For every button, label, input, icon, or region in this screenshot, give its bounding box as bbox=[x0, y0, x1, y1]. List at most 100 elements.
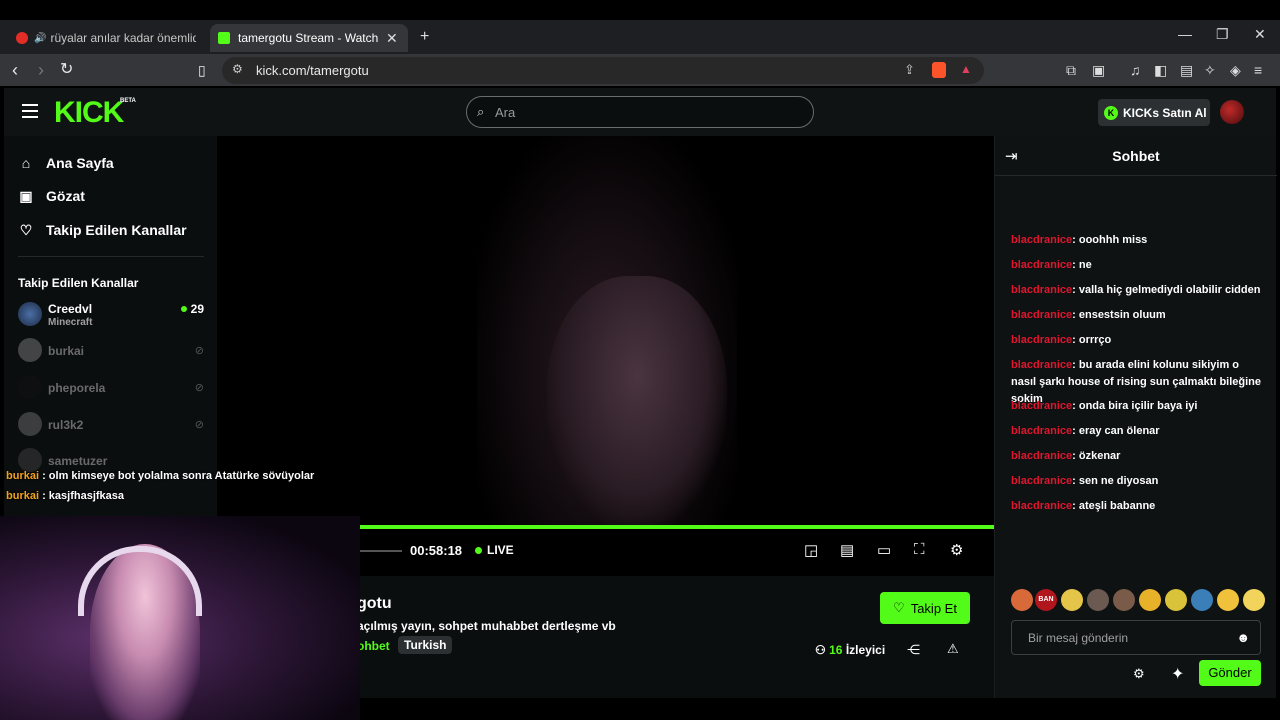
sidebar-icon[interactable]: ◧ bbox=[1154, 62, 1167, 79]
share-icon[interactable]: ⋲ bbox=[907, 642, 920, 658]
nav-home-label: Ana Sayfa bbox=[46, 155, 114, 171]
theater-mode-icon[interactable]: ▭ bbox=[877, 541, 891, 559]
tab-youtube[interactable]: 🔊 rüyalar anılar kadar önemlidir | Yo bbox=[8, 24, 206, 52]
hamburger-menu-icon[interactable] bbox=[22, 104, 38, 122]
brave-shield-icon[interactable] bbox=[932, 62, 946, 78]
bottom-edge bbox=[360, 698, 1280, 720]
live-indicator: LIVE bbox=[475, 543, 514, 557]
nav-browse[interactable]: ▣ Gözat bbox=[18, 184, 85, 208]
share-icon[interactable]: ⇪ bbox=[904, 62, 915, 78]
miniplayer-icon[interactable]: ◲ bbox=[804, 541, 818, 559]
emote-wave-icon[interactable] bbox=[1191, 589, 1213, 611]
language-tag[interactable]: Turkish bbox=[398, 636, 453, 654]
emote-smirk-icon[interactable] bbox=[1217, 589, 1239, 611]
stream-chat-overlay: burkai : olm kimseye bot yolalma sonra A… bbox=[0, 462, 330, 512]
fullscreen-icon[interactable]: ⛶ bbox=[914, 541, 925, 558]
offline-icon: ⊘ bbox=[194, 419, 204, 431]
viewers-number: 16 bbox=[829, 643, 843, 657]
chat-username[interactable]: blacdranice bbox=[1011, 334, 1072, 346]
video-player[interactable]: 00:58:18 LIVE ◲ ▤ ▭ ⛶ ⚙ bbox=[217, 136, 994, 576]
site-header: KICK BETA ⌕ Ara K KICKs Satın Al bbox=[4, 88, 1276, 136]
stream-category[interactable]: ohbet bbox=[357, 639, 390, 653]
overlay-user: burkai bbox=[6, 470, 40, 482]
tab-close-icon[interactable]: ✕ bbox=[386, 30, 398, 47]
menu-icon[interactable]: ≡ bbox=[1254, 62, 1262, 78]
emote-kiss-icon[interactable] bbox=[1243, 589, 1265, 611]
reload-icon[interactable]: ↻ bbox=[60, 60, 73, 80]
chat-username[interactable]: blacdranice bbox=[1011, 284, 1072, 296]
close-window-button[interactable]: ✕ bbox=[1254, 26, 1266, 43]
vpn-icon[interactable]: ◈ bbox=[1230, 62, 1241, 79]
chat-username[interactable]: blacdranice bbox=[1011, 500, 1072, 512]
clip-icon[interactable]: ▤ bbox=[840, 541, 854, 559]
media-icon[interactable]: ♫ bbox=[1130, 62, 1141, 78]
speaker-icon: 🔊 bbox=[34, 32, 47, 44]
volume-slider[interactable] bbox=[360, 550, 402, 552]
channel-rul3k2[interactable]: rul3k2 ⊘ bbox=[18, 410, 204, 440]
emote-ban-icon[interactable]: BAN bbox=[1035, 589, 1057, 611]
chat-settings-icon[interactable]: ⚙ bbox=[1133, 666, 1145, 682]
chat-username[interactable]: blacdranice bbox=[1011, 259, 1072, 271]
chat-username[interactable]: blacdranice bbox=[1011, 309, 1072, 321]
maximize-button[interactable]: ❐ bbox=[1216, 26, 1229, 43]
nav-browse-label: Gözat bbox=[46, 188, 85, 204]
nav-following[interactable]: ♡ Takip Edilen Kanallar bbox=[18, 218, 187, 242]
browser-tab-bar: 🔊 rüyalar anılar kadar önemlidir | Yo ta… bbox=[0, 20, 1280, 54]
channel-burkai[interactable]: burkai ⊘ bbox=[18, 336, 204, 366]
emote-face1-icon[interactable] bbox=[1087, 589, 1109, 611]
emote-face2-icon[interactable] bbox=[1113, 589, 1135, 611]
emote-thinking-icon[interactable] bbox=[1139, 589, 1161, 611]
search-input[interactable]: ⌕ Ara bbox=[466, 96, 814, 128]
new-tab-button[interactable]: + bbox=[420, 28, 429, 46]
chat-message: blacdranice: orrrço bbox=[1011, 332, 1267, 349]
chat-username[interactable]: blacdranice bbox=[1011, 359, 1072, 371]
channel-pheporela[interactable]: pheporela ⊘ bbox=[18, 373, 204, 403]
bookmark-icon[interactable]: ▯ bbox=[198, 60, 206, 80]
tab-kick[interactable]: tamergotu Stream - Watch Live o ✕ bbox=[210, 24, 408, 52]
emoji-picker-icon[interactable]: ☻ bbox=[1236, 630, 1250, 645]
url-field[interactable]: ⚙ kick.com/tamergotu ⇪ ▲ bbox=[222, 57, 984, 84]
back-icon[interactable]: ‹ bbox=[12, 60, 18, 80]
chat-username[interactable]: blacdranice bbox=[1011, 475, 1072, 487]
forward-icon[interactable]: › bbox=[38, 60, 44, 80]
emote-clap-icon[interactable] bbox=[1061, 589, 1083, 611]
nav-home[interactable]: ⌂ Ana Sayfa bbox=[18, 151, 114, 175]
settings-gear-icon[interactable]: ⚙ bbox=[950, 541, 963, 559]
chat-username[interactable]: blacdranice bbox=[1011, 425, 1072, 437]
chat-username[interactable]: blacdranice bbox=[1011, 450, 1072, 462]
streamer-name[interactable]: gotu bbox=[357, 595, 392, 613]
channel-creedvl[interactable]: Creedvl Minecraft 29 bbox=[18, 300, 204, 330]
chat-username[interactable]: blacdranice bbox=[1011, 234, 1072, 246]
brave-rewards-icon[interactable]: ▲ bbox=[960, 62, 972, 76]
emote-peach-icon[interactable] bbox=[1011, 589, 1033, 611]
address-bar-row: ‹ › ↻ ▯ ⚙ kick.com/tamergotu ⇪ ▲ ⧉ ▣ ♫ ◧… bbox=[0, 54, 1280, 86]
buy-kicks-button[interactable]: K KICKs Satın Al bbox=[1098, 99, 1210, 126]
chat-text: : eray can ölenar bbox=[1072, 425, 1160, 437]
wallet-icon[interactable]: ▣ bbox=[1092, 62, 1105, 79]
site-info-icon[interactable]: ⚙ bbox=[232, 62, 243, 76]
channel-avatar bbox=[18, 412, 42, 436]
divider bbox=[18, 256, 204, 257]
kick-logo[interactable]: KICK bbox=[54, 98, 124, 128]
minimize-button[interactable]: — bbox=[1178, 26, 1192, 42]
wallet2-icon[interactable]: ▤ bbox=[1180, 62, 1193, 79]
leo-ai-icon[interactable]: ✧ bbox=[1204, 62, 1216, 79]
chat-message: blacdranice: eray can ölenar bbox=[1011, 423, 1267, 440]
chat-header: ⇥ Sohbet bbox=[995, 136, 1277, 176]
extensions-icon[interactable]: ⧉ bbox=[1066, 62, 1076, 79]
overlay-line: burkai : kasjfhasjfkasa bbox=[6, 490, 124, 502]
follow-button[interactable]: ♡ Takip Et bbox=[880, 592, 970, 624]
channel-name: burkai bbox=[48, 344, 85, 358]
send-button[interactable]: Gönder bbox=[1199, 660, 1261, 686]
kicks-gift-icon[interactable]: ✦ bbox=[1171, 664, 1184, 684]
viewer-count-display: ⚇ 16 İzleyici bbox=[815, 643, 885, 657]
report-warning-icon[interactable]: ⚠ bbox=[947, 641, 959, 657]
chat-text: : ateşli babanne bbox=[1072, 500, 1156, 512]
chat-username[interactable]: blacdranice bbox=[1011, 400, 1072, 412]
chat-message: blacdranice: ensestsin oluum bbox=[1011, 307, 1267, 324]
user-avatar[interactable] bbox=[1220, 100, 1244, 124]
emote-praise-icon[interactable] bbox=[1165, 589, 1187, 611]
channel-avatar bbox=[18, 375, 42, 399]
chat-message-input[interactable]: Bir mesaj gönderin ☻ bbox=[1011, 620, 1261, 655]
chat-message: blacdranice: özkenar bbox=[1011, 448, 1267, 465]
